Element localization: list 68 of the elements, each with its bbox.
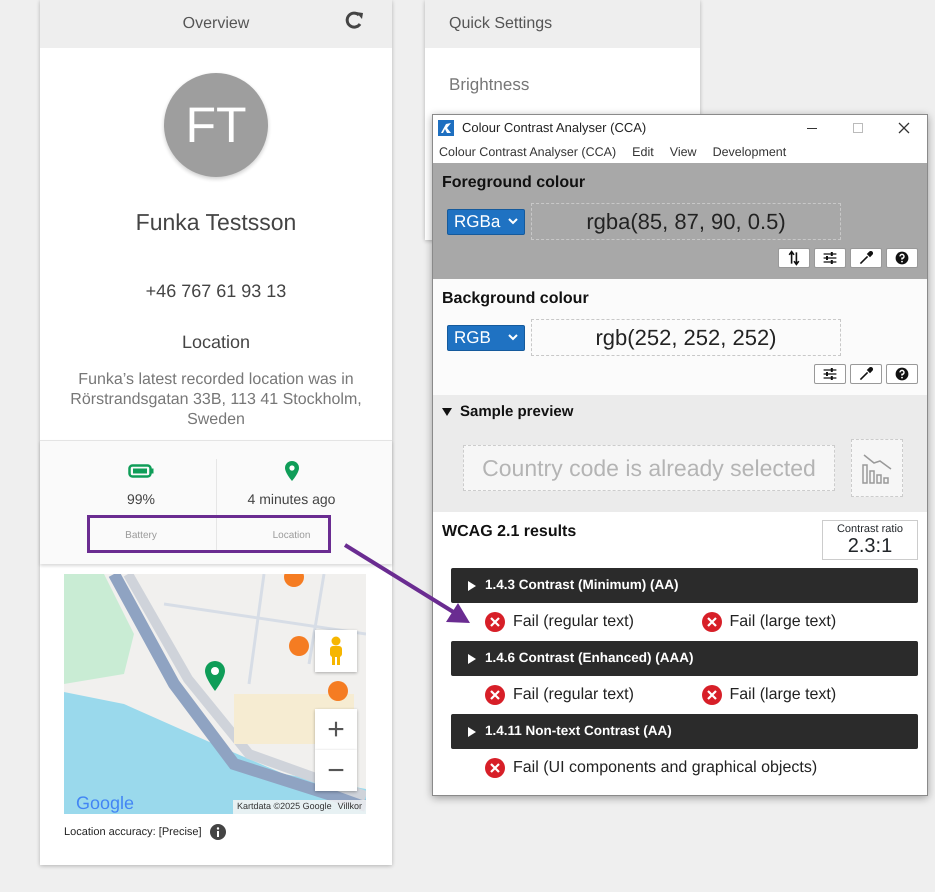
result-text: Fail (UI components and graphical objects) <box>513 758 818 778</box>
stat-value: 99% <box>126 490 156 508</box>
map-logo: Google <box>76 792 134 814</box>
ratio-label: Contrast ratio <box>836 522 904 536</box>
stat-label: Battery <box>125 528 157 542</box>
eyedropper-icon <box>858 366 874 382</box>
help-button[interactable] <box>886 248 918 268</box>
location-description: Funka’s latest recorded location was in Rörstrandsgatan 33B, 113 41 Stockholm, Sweden <box>69 370 363 430</box>
colour-value-field[interactable]: rgb(252, 252, 252) <box>531 319 841 356</box>
section-heading: Background colour <box>442 290 589 307</box>
picker-button[interactable] <box>850 248 882 268</box>
menu-item[interactable]: Development <box>712 142 786 162</box>
result-text: Fail (large text) <box>730 612 836 632</box>
section-heading: Sample preview <box>460 402 574 422</box>
picker-button[interactable] <box>850 364 882 384</box>
chevron-down-icon <box>508 218 518 226</box>
setting-label: Brightness <box>449 75 530 94</box>
app-logo-icon <box>438 120 454 136</box>
section-heading: Location <box>182 332 250 352</box>
info-icon[interactable] <box>210 824 226 840</box>
disclosure-triangle-icon[interactable] <box>442 406 452 417</box>
help-icon <box>894 250 910 266</box>
zoom-in-button[interactable]: + <box>315 708 357 750</box>
window-title: Colour Contrast Analyser (CCA) <box>462 119 648 138</box>
result-text: Fail (large text) <box>730 685 836 705</box>
sliders-icon <box>822 250 838 266</box>
chevron-down-icon <box>508 334 518 341</box>
menu-item[interactable]: Edit <box>632 142 654 162</box>
section-heading: WCAG 2.1 results <box>442 522 576 542</box>
terms-link[interactable]: Villkor <box>338 800 362 814</box>
disclosure-triangle-icon[interactable] <box>467 654 477 664</box>
criterion-header[interactable]: 1.4.11 Non-text Contrast (AA) <box>451 714 918 749</box>
help-button[interactable] <box>886 364 918 384</box>
stat-value: 4 minutes ago <box>248 490 336 509</box>
battery-icon <box>128 464 154 478</box>
phone-number: +46 767 61 93 13 <box>146 280 286 300</box>
format-select[interactable]: RGBa <box>447 208 525 235</box>
card-title: Quick Settings <box>449 14 552 34</box>
sliders-button[interactable] <box>814 248 846 268</box>
zoom-out-button[interactable]: − <box>315 750 357 790</box>
avatar: FT <box>164 73 268 177</box>
ratio-value: 2.3:1 <box>848 535 892 558</box>
menu-item[interactable]: View <box>670 142 697 162</box>
swap-icon <box>786 250 802 266</box>
result-text: Fail (regular text) <box>513 612 634 632</box>
colour-value-field[interactable]: rgba(85, 87, 90, 0.5) <box>531 203 841 240</box>
sliders-button[interactable] <box>814 364 846 384</box>
help-icon <box>894 366 910 382</box>
stat-label: Location <box>272 528 310 542</box>
location-pin-icon <box>284 460 300 482</box>
swap-button[interactable] <box>778 248 810 268</box>
accuracy-text: Location accuracy: [Precise] <box>64 824 202 840</box>
eyedropper-icon <box>858 250 874 266</box>
map-marker-icon <box>204 660 226 692</box>
contact-name: Funka Testsson <box>136 209 296 235</box>
disclosure-triangle-icon[interactable] <box>467 726 477 736</box>
sample-text: Country code is already selected <box>463 445 835 492</box>
section-heading: Foreground colour <box>442 174 586 192</box>
card-title: Overview <box>182 14 250 34</box>
criterion-header[interactable]: 1.4.3 Contrast (Minimum) (AA) <box>451 568 918 603</box>
refresh-icon[interactable] <box>344 10 364 30</box>
menu-item[interactable]: Colour Contrast Analyser (CCA) <box>439 142 616 162</box>
sliders-icon <box>822 366 838 382</box>
format-select[interactable]: RGB <box>447 324 525 350</box>
result-text: Fail (regular text) <box>513 685 634 705</box>
criterion-header[interactable]: 1.4.6 Contrast (Enhanced) (AAA) <box>451 641 918 676</box>
map-attribution: Kartdata ©2025 Google <box>236 800 332 813</box>
disclosure-triangle-icon[interactable] <box>467 580 477 590</box>
